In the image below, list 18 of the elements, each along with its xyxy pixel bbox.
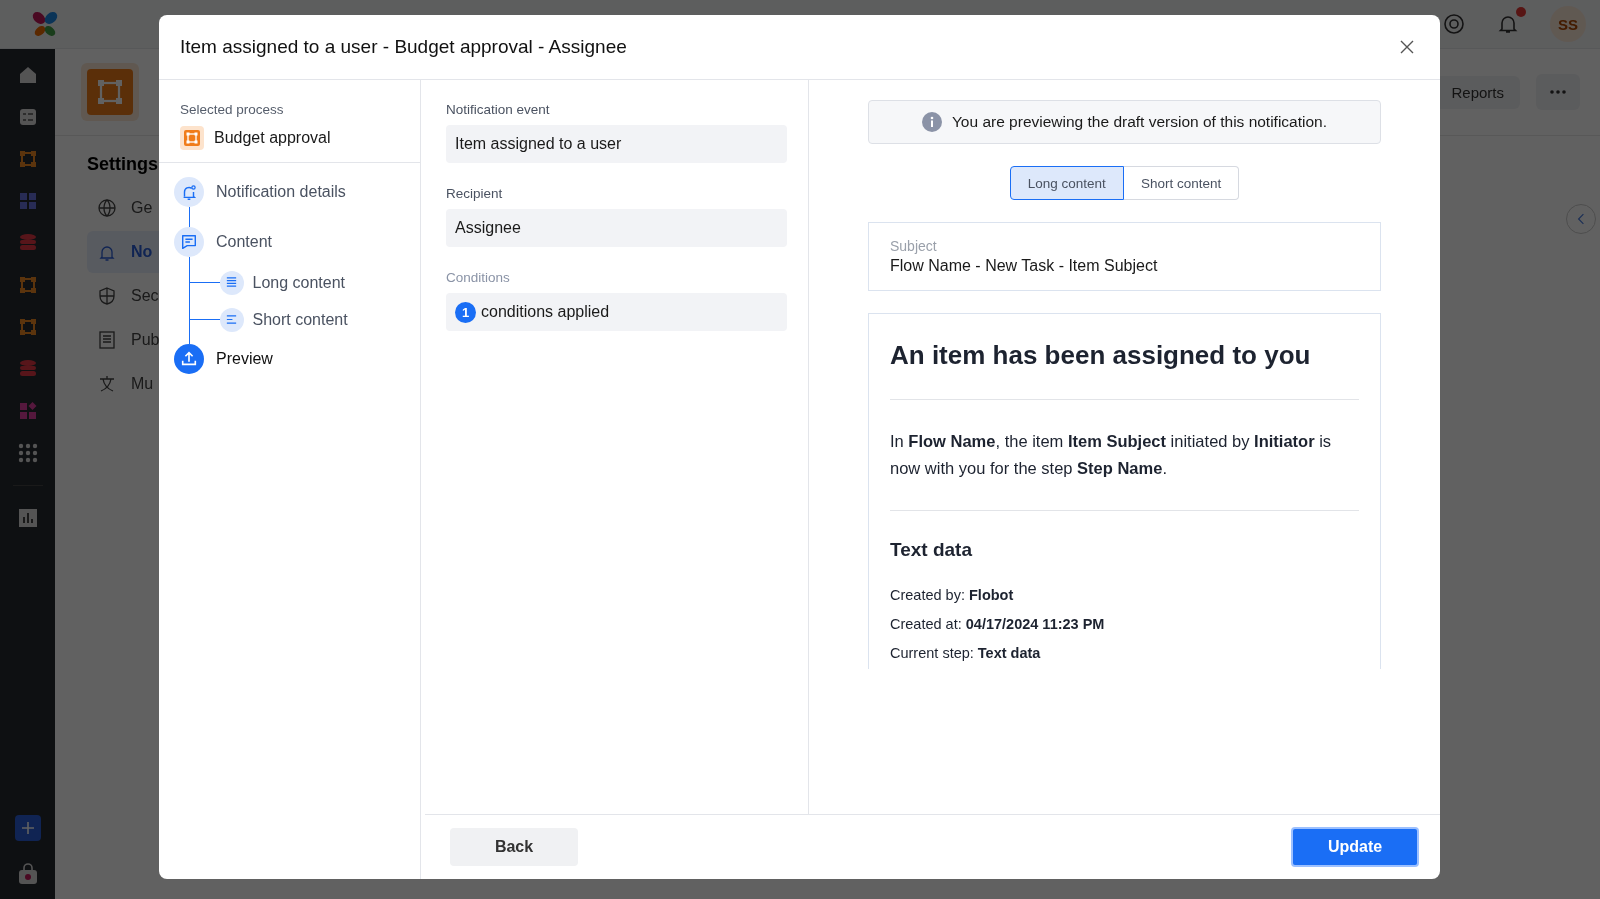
field-label: Recipient <box>446 186 504 201</box>
dialog-title: Item assigned to a user - Budget approval - Assignee <box>180 36 627 58</box>
subject-label: Subject <box>890 238 938 254</box>
info-text: You are previewing the draft version of this notification. <box>951 113 1328 131</box>
detail-line: Created at: 04/17/2024 11:23 PM <box>890 616 1106 632</box>
field-label: Conditions <box>446 270 511 285</box>
page-title: Settings <box>87 154 159 175</box>
detail-line: Current step: Text data <box>890 645 1042 661</box>
detail-line: Created by: Flobot <box>890 587 1015 603</box>
email-heading: An item has been assigned to you <box>890 340 1312 371</box>
section-title: Text data <box>890 539 973 561</box>
section-label: Selected process <box>180 102 285 117</box>
process-name: Budget approval <box>214 129 331 147</box>
email-paragraph: In Flow Name, the item Item Subject initiated by Initiator is now with you for the step Step Name. <box>890 431 1333 479</box>
field-label: Notification event <box>446 102 551 117</box>
count-badge: 1 <box>455 301 476 323</box>
field-value: conditions applied <box>481 303 610 321</box>
subject-text: Flow Name - New Task - Item Subject <box>890 257 1159 275</box>
